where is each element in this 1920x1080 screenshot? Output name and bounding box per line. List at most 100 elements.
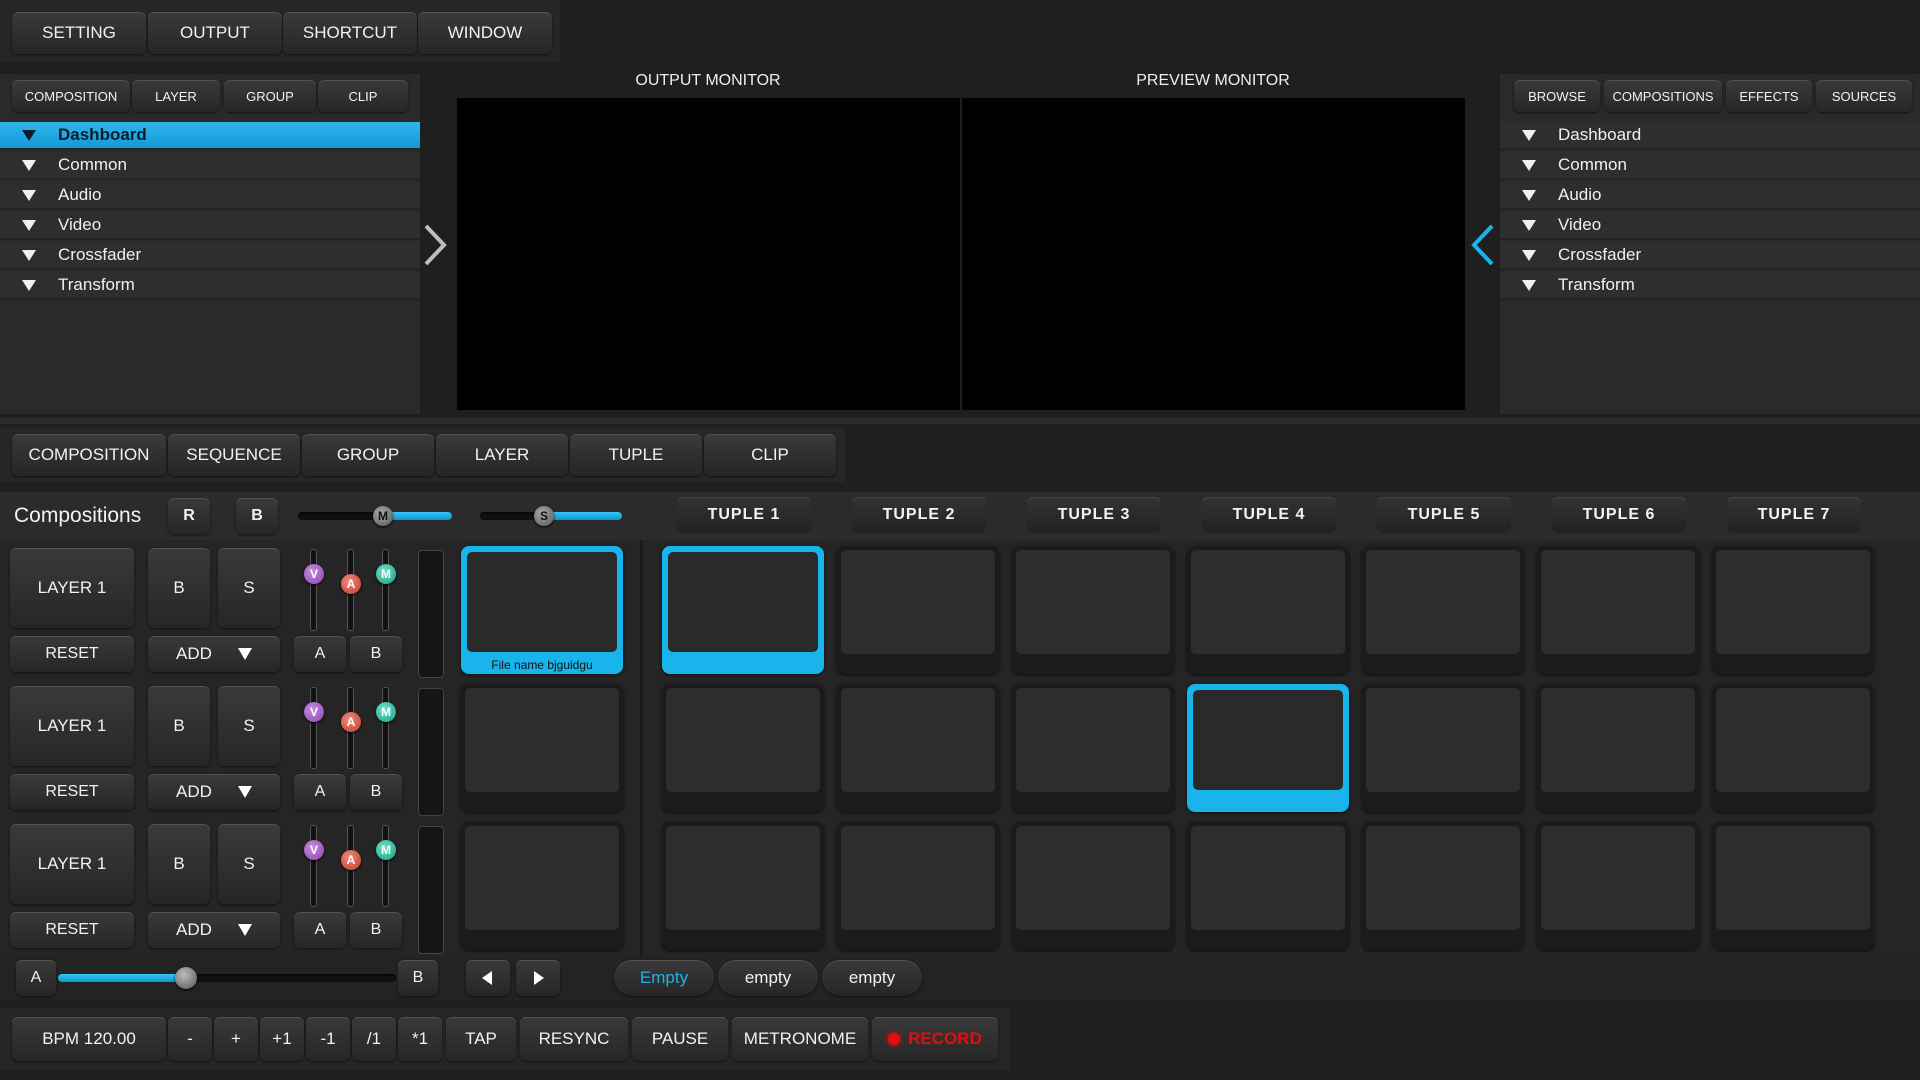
- crossfader-a-button[interactable]: A: [16, 960, 56, 996]
- left-tab-clip[interactable]: CLIP: [318, 80, 408, 112]
- layer-bypass-button[interactable]: B: [148, 686, 210, 766]
- compositions-r-button[interactable]: R: [168, 498, 210, 534]
- left-tree-item-common[interactable]: Common: [0, 152, 420, 180]
- clip-cell[interactable]: [1187, 546, 1349, 674]
- clip-cell[interactable]: [1362, 822, 1524, 950]
- bpm-plus-one-button[interactable]: +1: [260, 1017, 304, 1061]
- left-tree-item-transform[interactable]: Transform: [0, 272, 420, 300]
- master-fader[interactable]: [383, 826, 388, 906]
- tuple-header-3[interactable]: TUPLE 3: [1027, 497, 1161, 533]
- clip-cell[interactable]: [1362, 546, 1524, 674]
- clip-cell[interactable]: [1712, 822, 1874, 950]
- bpm-display[interactable]: BPM 120.00: [12, 1017, 166, 1061]
- video-fader[interactable]: [311, 688, 316, 768]
- clip-cell[interactable]: [1187, 822, 1349, 950]
- layer-bypass-button[interactable]: B: [148, 548, 210, 628]
- left-tab-group[interactable]: GROUP: [224, 80, 316, 112]
- next-button[interactable]: [516, 960, 560, 996]
- bpm-minus-one-button[interactable]: -1: [306, 1017, 350, 1061]
- metronome-button[interactable]: METRONOME: [732, 1017, 868, 1061]
- preview-clip-cell[interactable]: File name bjguidgu: [461, 546, 623, 674]
- tuple-header-5[interactable]: TUPLE 5: [1377, 497, 1511, 533]
- layer-blend-dropdown[interactable]: ADD: [148, 912, 280, 948]
- mode-tab-sequence[interactable]: SEQUENCE: [168, 434, 300, 476]
- m-slider-knob[interactable]: M: [373, 506, 393, 526]
- bpm-minus-button[interactable]: -: [168, 1017, 212, 1061]
- layer-b-button[interactable]: B: [350, 912, 402, 948]
- crossfader-knob[interactable]: [175, 967, 197, 989]
- tuple-header-4[interactable]: TUPLE 4: [1202, 497, 1336, 533]
- crossfader-b-button[interactable]: B: [398, 960, 438, 996]
- tap-button[interactable]: TAP: [446, 1017, 516, 1061]
- clip-cell[interactable]: [662, 546, 824, 674]
- master-fader-knob[interactable]: M: [376, 564, 396, 584]
- master-fader-knob[interactable]: M: [376, 840, 396, 860]
- layer-name-button[interactable]: LAYER 1: [10, 548, 134, 628]
- layer-solo-button[interactable]: S: [218, 548, 280, 628]
- layer-blend-dropdown[interactable]: ADD: [148, 774, 280, 810]
- pause-button[interactable]: PAUSE: [632, 1017, 728, 1061]
- clip-cell[interactable]: [837, 684, 999, 812]
- mode-tab-tuple[interactable]: TUPLE: [570, 434, 702, 476]
- resync-button[interactable]: RESYNC: [520, 1017, 628, 1061]
- clip-cell[interactable]: [1362, 684, 1524, 812]
- right-tab-compositions[interactable]: COMPOSITIONS: [1604, 80, 1722, 112]
- mode-tab-group[interactable]: GROUP: [302, 434, 434, 476]
- layer-name-button[interactable]: LAYER 1: [10, 824, 134, 904]
- tuple-header-7[interactable]: TUPLE 7: [1727, 497, 1861, 533]
- chevron-right-icon[interactable]: [418, 220, 452, 270]
- layer-solo-button[interactable]: S: [218, 686, 280, 766]
- tuple-header-2[interactable]: TUPLE 2: [852, 497, 986, 533]
- clip-slot-1[interactable]: Empty: [614, 960, 714, 996]
- clip-cell[interactable]: [837, 822, 999, 950]
- right-tree-item-audio[interactable]: Audio: [1500, 182, 1920, 210]
- menu-window[interactable]: WINDOW: [418, 12, 552, 54]
- bpm-multiply-button[interactable]: *1: [398, 1017, 442, 1061]
- layer-a-button[interactable]: A: [294, 636, 346, 672]
- preview-clip-cell[interactable]: [461, 684, 623, 812]
- layer-solo-button[interactable]: S: [218, 824, 280, 904]
- menu-shortcut[interactable]: SHORTCUT: [283, 12, 417, 54]
- layer-bypass-button[interactable]: B: [148, 824, 210, 904]
- right-tree-item-transform[interactable]: Transform: [1500, 272, 1920, 300]
- video-fader-knob[interactable]: V: [304, 840, 324, 860]
- crossfader-slider[interactable]: [58, 967, 396, 989]
- clip-cell[interactable]: [1537, 546, 1699, 674]
- video-fader-knob[interactable]: V: [304, 564, 324, 584]
- mode-tab-composition[interactable]: COMPOSITION: [12, 434, 166, 476]
- preview-clip-cell[interactable]: [461, 822, 623, 950]
- clip-cell[interactable]: [1712, 546, 1874, 674]
- clip-cell[interactable]: [662, 684, 824, 812]
- clip-slot-3[interactable]: empty: [822, 960, 922, 996]
- master-fader[interactable]: [383, 688, 388, 768]
- clip-cell[interactable]: [1012, 684, 1174, 812]
- master-fader-knob[interactable]: M: [376, 702, 396, 722]
- clip-cell[interactable]: [1012, 546, 1174, 674]
- s-slider[interactable]: S: [480, 506, 622, 526]
- left-tree-item-dashboard[interactable]: Dashboard: [0, 122, 420, 150]
- previous-button[interactable]: [466, 960, 510, 996]
- clip-cell[interactable]: [1187, 684, 1349, 812]
- right-tree-item-video[interactable]: Video: [1500, 212, 1920, 240]
- mode-tab-layer[interactable]: LAYER: [436, 434, 568, 476]
- menu-output[interactable]: OUTPUT: [148, 12, 282, 54]
- compositions-b-button[interactable]: B: [236, 498, 278, 534]
- layer-a-button[interactable]: A: [294, 912, 346, 948]
- layer-b-button[interactable]: B: [350, 774, 402, 810]
- layer-reset-button[interactable]: RESET: [10, 636, 134, 672]
- right-tree-item-crossfader[interactable]: Crossfader: [1500, 242, 1920, 270]
- bpm-plus-button[interactable]: +: [214, 1017, 258, 1061]
- layer-reset-button[interactable]: RESET: [10, 774, 134, 810]
- master-fader[interactable]: [383, 550, 388, 630]
- right-tree-item-dashboard[interactable]: Dashboard: [1500, 122, 1920, 150]
- clip-cell[interactable]: [1712, 684, 1874, 812]
- chevron-left-icon[interactable]: [1466, 220, 1500, 270]
- left-tab-layer[interactable]: LAYER: [132, 80, 220, 112]
- bpm-divide-button[interactable]: /1: [352, 1017, 396, 1061]
- mode-tab-clip[interactable]: CLIP: [704, 434, 836, 476]
- left-tree-item-audio[interactable]: Audio: [0, 182, 420, 210]
- right-tab-effects[interactable]: EFFECTS: [1726, 80, 1812, 112]
- clip-cell[interactable]: [837, 546, 999, 674]
- video-fader-knob[interactable]: V: [304, 702, 324, 722]
- clip-cell[interactable]: [1537, 822, 1699, 950]
